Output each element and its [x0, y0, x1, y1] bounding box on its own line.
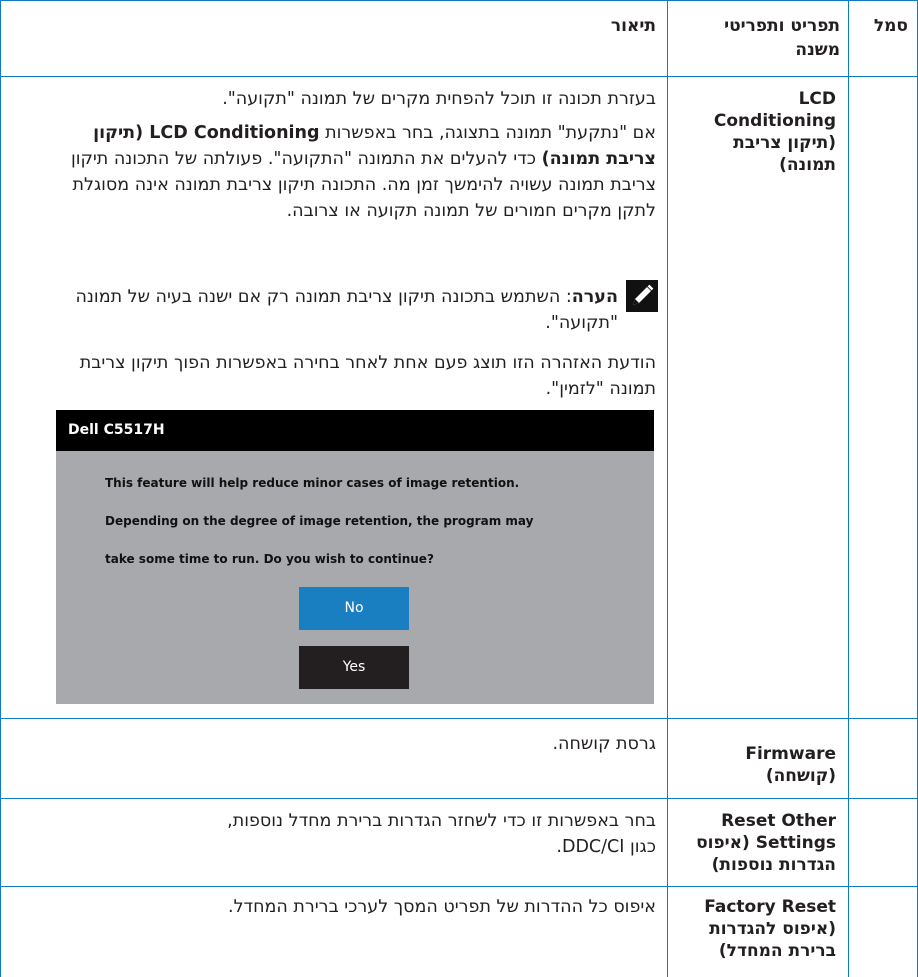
dialog-title: Dell C5517H	[56, 410, 654, 451]
page: סמל תפריט ותפריטי משנה תיאור LCD Conditi…	[0, 0, 918, 977]
table-rule	[0, 718, 918, 719]
menu-item-lcd-conditioning: LCD Conditioning (תיקון צריבת תמונה)	[713, 89, 836, 175]
table-rule	[0, 798, 918, 799]
reset-other-settings-description: בחר באפשרות זו כדי לשחזר הגדרות ברירת מח…	[227, 811, 656, 857]
note-label: הערה	[571, 287, 618, 307]
firmware-description: גרסת קושחה.	[552, 734, 656, 754]
dialog-yes-button[interactable]: Yes	[299, 646, 409, 689]
para2-text-a: אם "נתקעת" תמונה בתצוגה, בחר באפשרות	[319, 123, 656, 143]
table-rule	[667, 0, 668, 977]
table-rule	[0, 0, 918, 1]
note-pencil-icon	[626, 280, 658, 312]
table-rule	[848, 0, 849, 977]
header-menu: תפריט ותפריטי משנה	[724, 16, 840, 60]
lcd-conditioning-para3: הודעת האזהרה הזו תוצג פעם אחת לאחר בחירה…	[79, 353, 656, 399]
lcd-conditioning-para2: אם "נתקעת" תמונה בתצוגה, בחר באפשרות LCD…	[40, 120, 656, 224]
dialog-no-button[interactable]: No	[299, 587, 409, 630]
lcd-conditioning-description: בעזרת תכונה זו תוכל להפחית מקרים של תמונ…	[40, 86, 656, 224]
factory-reset-description: איפוס כל ההדרות של תפריט המסך לערכי בריר…	[228, 897, 656, 917]
header-symbol: סמל	[873, 16, 908, 36]
lcd-conditioning-para1: בעזרת תכונה זו תוכל להפחית מקרים של תמונ…	[222, 89, 656, 109]
menu-item-firmware: Firmware (קושחה)	[745, 744, 836, 786]
osd-dialog: Dell C5517H This feature will help reduc…	[56, 410, 654, 704]
dialog-message-line: Depending on the degree of image retenti…	[105, 514, 534, 528]
table-rule	[0, 76, 918, 77]
menu-item-reset-other-settings: Reset Other Settings (איפוס הגדרות נוספו…	[696, 811, 836, 875]
note-body: : השתמש בתכונה תיקון צריבת תמונה רק אם י…	[75, 287, 618, 333]
dialog-message-line: This feature will help reduce minor case…	[105, 476, 520, 490]
table-rule	[0, 886, 918, 887]
table-rule	[0, 0, 1, 977]
header-description: תיאור	[610, 16, 656, 36]
menu-item-factory-reset: Factory Reset (איפוס להגדרות ברירת המחדל…	[704, 897, 836, 961]
note-text: הערה: השתמש בתכונה תיקון צריבת תמונה רק …	[40, 284, 618, 336]
dialog-message-line: take some time to run. Do you wish to co…	[105, 552, 434, 566]
